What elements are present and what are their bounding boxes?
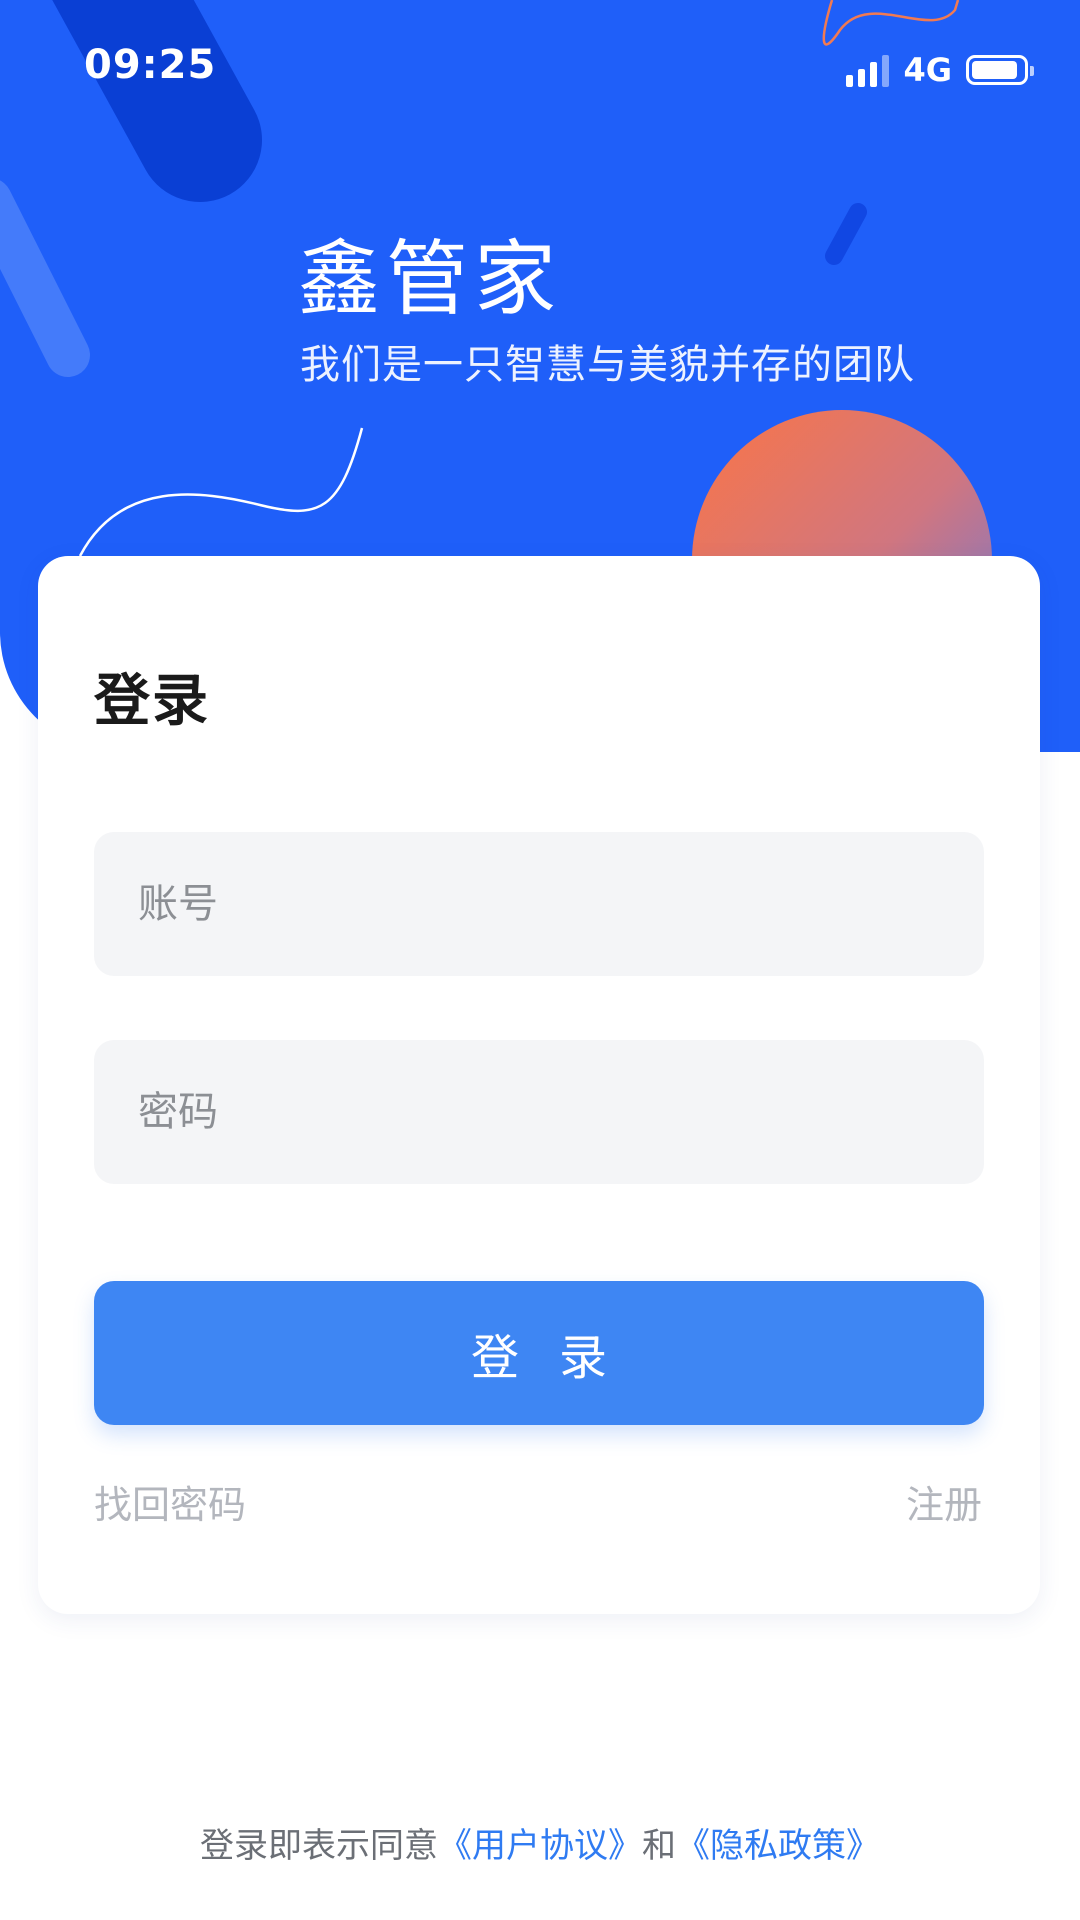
agreement-prefix: 登录即表示同意 xyxy=(200,1826,438,1866)
status-time: 09:25 xyxy=(84,42,217,88)
network-type: 4G xyxy=(903,51,952,89)
password-input[interactable] xyxy=(94,1040,984,1184)
app-slogan: 我们是一只智慧与美貌并存的团队 xyxy=(300,342,915,388)
signal-icon xyxy=(846,53,890,87)
user-agreement-link[interactable]: 《用户协议》 xyxy=(438,1826,642,1866)
register-link[interactable]: 注册 xyxy=(906,1474,982,1529)
account-input[interactable] xyxy=(94,832,984,976)
privacy-policy-link[interactable]: 《隐私政策》 xyxy=(676,1826,880,1866)
app-name: 鑫管家 xyxy=(298,232,563,327)
login-title: 登录 xyxy=(94,669,210,734)
battery-icon xyxy=(966,55,1034,85)
forgot-password-link[interactable]: 找回密码 xyxy=(94,1474,246,1529)
agreement-conjunction: 和 xyxy=(642,1826,676,1866)
login-card: 登录 登录 找回密码 注册 xyxy=(38,556,1040,1614)
agreement-notice: 登录即表示同意《用户协议》和《隐私政策》 xyxy=(0,1818,1080,1867)
status-indicators: 4G xyxy=(846,50,1034,90)
status-bar: 09:25 4G xyxy=(0,0,1080,120)
login-button[interactable]: 登录 xyxy=(94,1281,984,1425)
